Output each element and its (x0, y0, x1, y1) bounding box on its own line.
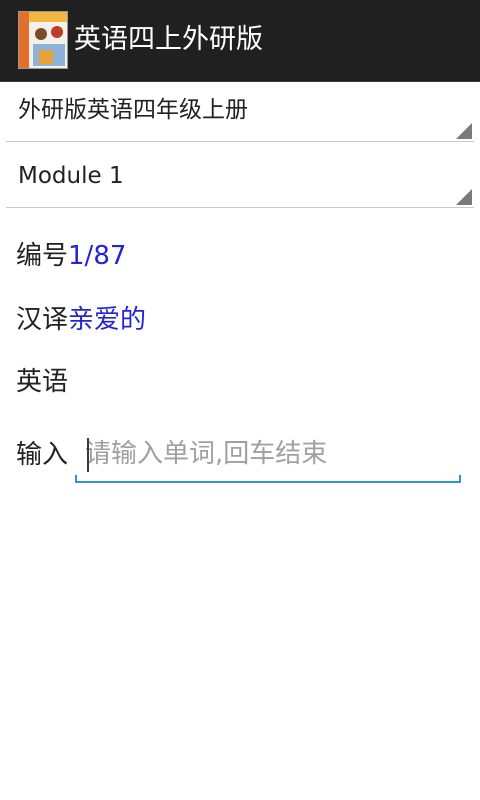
input-underline (75, 481, 461, 483)
input-underline-cap-left (75, 475, 77, 483)
word-input-field[interactable] (75, 428, 461, 483)
chinese-translation-label: 汉译 (16, 305, 69, 335)
word-input[interactable] (85, 434, 455, 474)
word-number-row: 编号1/87 (16, 238, 126, 274)
module-spinner[interactable]: Module 1 (6, 148, 474, 208)
input-underline-cap-right (459, 475, 461, 483)
chinese-translation-row: 汉译亲爱的 (16, 302, 146, 338)
module-spinner-value: Module 1 (18, 163, 124, 189)
english-label: 英语 (16, 367, 69, 397)
book-spinner[interactable]: 外研版英语四年级上册 (6, 82, 474, 142)
app-title: 英语四上外研版 (74, 24, 263, 55)
input-label: 输入 (16, 440, 69, 470)
word-number-label: 编号 (16, 241, 69, 271)
book-spinner-value: 外研版英语四年级上册 (18, 97, 248, 123)
dropdown-triangle-icon (456, 189, 472, 205)
textbook-cover-icon (18, 11, 68, 69)
english-row: 英语 (16, 364, 68, 400)
dropdown-triangle-icon (456, 123, 472, 139)
text-caret (87, 438, 89, 472)
action-bar: 英语四上外研版 (0, 0, 480, 82)
word-number-value: 1/87 (68, 241, 127, 271)
app-screen: 英语四上外研版 外研版英语四年级上册 Module 1 编号1/87 汉译亲爱的… (0, 0, 480, 800)
chinese-translation-value: 亲爱的 (68, 305, 147, 335)
